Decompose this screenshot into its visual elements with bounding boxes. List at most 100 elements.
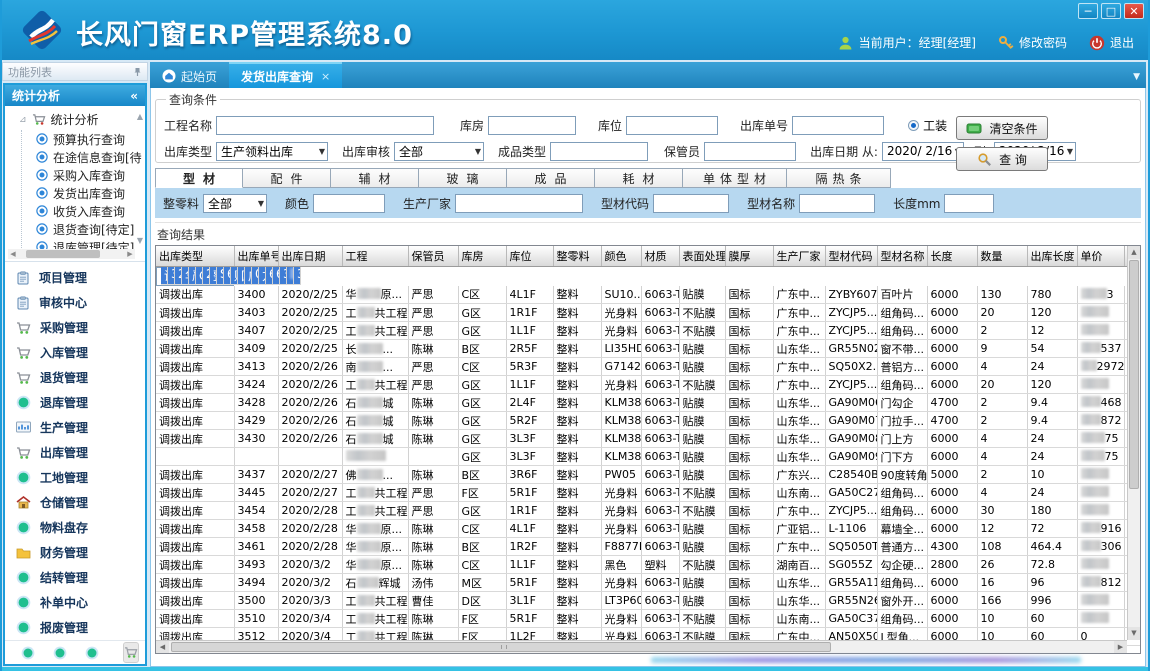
column-header[interactable]: 颜色 bbox=[601, 246, 641, 266]
table-row[interactable]: 调拨出库33992020/2/25华原...严思C区2L1F整料SU10...6… bbox=[156, 267, 234, 286]
profile-code-input[interactable] bbox=[653, 194, 729, 213]
cart-toolbar-button[interactable] bbox=[123, 642, 139, 663]
length-input[interactable] bbox=[944, 194, 994, 213]
sidebar-item-1[interactable]: 项目管理 bbox=[5, 265, 145, 290]
column-header[interactable]: 出库类型 bbox=[156, 246, 234, 266]
product-type-input[interactable] bbox=[550, 142, 648, 161]
sidebar-item-7[interactable]: 生产管理 bbox=[5, 415, 145, 440]
subtab-7[interactable]: 单体型材 bbox=[683, 168, 787, 188]
column-header[interactable]: 出库单号 bbox=[234, 246, 278, 266]
location-input[interactable] bbox=[626, 116, 718, 135]
subtab-6[interactable]: 耗材 bbox=[595, 168, 683, 188]
column-header[interactable]: 库房 bbox=[458, 246, 506, 266]
table-row[interactable]: 调拨出库34452020/2/27工共工程严思F区5R1F整料光身料6063-T… bbox=[156, 484, 1141, 502]
radio-workwear[interactable]: 工装 bbox=[908, 117, 947, 134]
tab-list-caret-icon[interactable]: ▼ bbox=[1133, 72, 1140, 82]
out-type-select[interactable]: 生产领料出库▼ bbox=[216, 142, 328, 161]
sidebar-item-15[interactable]: 报废管理 bbox=[5, 615, 145, 640]
column-header[interactable]: 单价 bbox=[1077, 246, 1124, 266]
table-row[interactable]: 调拨出库34582020/2/28华原...陈琳C区4L1F整料光身料6063-… bbox=[156, 520, 1141, 538]
order-no-input[interactable] bbox=[792, 116, 884, 135]
sidebar-item-13[interactable]: 结转管理 bbox=[5, 565, 145, 590]
tree-item-5[interactable]: 退货查询[待定] bbox=[36, 220, 133, 238]
sidebar-item-4[interactable]: 入库管理 bbox=[5, 340, 145, 365]
column-header[interactable]: 出库日期 bbox=[278, 246, 342, 266]
table-row[interactable]: 调拨出库34302020/2/26石城陈琳G区3L3F整料KLM38176063… bbox=[156, 430, 1141, 448]
table-row[interactable]: G区3L3F整料KLM38176063-T5贴膜国标山东华...GA90M09.… bbox=[156, 448, 1141, 466]
close-button[interactable]: ✕ bbox=[1124, 3, 1144, 19]
tree-item-2[interactable]: 采购入库查询 bbox=[36, 166, 133, 184]
logout-link[interactable]: 退出 bbox=[1089, 34, 1134, 51]
column-header[interactable]: 型材名称 bbox=[877, 246, 927, 266]
subtab-1[interactable]: 型材 bbox=[155, 168, 243, 188]
collapse-icon[interactable]: « bbox=[130, 89, 138, 103]
table-row[interactable]: 调拨出库34242020/2/26工共工程严思G区1L1F整料光身料6063-T… bbox=[156, 376, 1141, 394]
sidebar-group-header[interactable]: 统计分析 « bbox=[5, 85, 145, 106]
sidebar-item-14[interactable]: 补单中心 bbox=[5, 590, 145, 615]
grid-vertical-scrollbar[interactable]: ▲ ▼ bbox=[1127, 246, 1140, 640]
table-row[interactable]: 调拨出库34942020/3/2石辉城汤伟M区5R1F整料光身料6063-T5贴… bbox=[156, 574, 1141, 592]
column-header[interactable]: 工程 bbox=[342, 246, 408, 266]
subtab-8[interactable]: 隔热条 bbox=[787, 168, 891, 188]
scroll-down-icon[interactable]: ▼ bbox=[1128, 627, 1140, 640]
profile-name-input[interactable] bbox=[799, 194, 875, 213]
maximize-button[interactable]: □ bbox=[1101, 3, 1121, 19]
scroll-right-icon[interactable]: ▶ bbox=[1114, 641, 1127, 653]
table-row[interactable]: 调拨出库34282020/2/26石城陈琳G区2L4F整料KLM38176063… bbox=[156, 394, 1141, 412]
column-header[interactable]: 膜厚 bbox=[725, 246, 773, 266]
sidebar-item-10[interactable]: 仓储管理 bbox=[5, 490, 145, 515]
tree-root-node[interactable]: ⊿ 统计分析 bbox=[11, 109, 133, 130]
subtab-5[interactable]: 成品 bbox=[507, 168, 595, 188]
table-row[interactable]: 调拨出库35002020/3/3工共工程曹佳D区3L1F整料LT3P606063… bbox=[156, 592, 1141, 610]
column-header[interactable]: 材质 bbox=[641, 246, 679, 266]
sidebar-item-6[interactable]: 退库管理 bbox=[5, 390, 145, 415]
table-row[interactable]: 调拨出库34612020/2/28华原...陈琳B区1R2F整料F8877FT6… bbox=[156, 538, 1141, 556]
audit-select[interactable]: 全部▼ bbox=[394, 142, 484, 161]
zhengling-select[interactable]: 全部▼ bbox=[203, 194, 267, 213]
table-row[interactable]: 调拨出库34542020/2/28工共工程严思G区1R1F整料光身料6063-T… bbox=[156, 502, 1141, 520]
minimize-button[interactable]: ─ bbox=[1078, 3, 1098, 19]
sidebar-item-9[interactable]: 工地管理 bbox=[5, 465, 145, 490]
sidebar-item-2[interactable]: 审核中心 bbox=[5, 290, 145, 315]
tree-scroll-down-icon[interactable]: ▼ bbox=[137, 236, 143, 245]
table-row[interactable]: 调拨出库34292020/2/26石城陈琳G区5R2F整料KLM38176063… bbox=[156, 412, 1141, 430]
column-header[interactable]: 型材代码 bbox=[825, 246, 877, 266]
grid-horizontal-scrollbar[interactable]: ◀ ▶ bbox=[156, 640, 1127, 653]
tab-shipment-query[interactable]: 发货出库查询 × bbox=[229, 62, 342, 88]
sidebar-item-11[interactable]: 物料盘存 bbox=[5, 515, 145, 540]
factory-input[interactable] bbox=[455, 194, 583, 213]
table-row[interactable]: 调拨出库34072020/2/25工共工程严思G区1L1F整料光身料6063-T… bbox=[156, 322, 1141, 340]
table-row[interactable]: 调拨出库34032020/2/25工共工程严思G区1R1F整料光身料6063-T… bbox=[156, 304, 1141, 322]
column-header[interactable]: 表面处理 bbox=[679, 246, 725, 266]
dot-icon[interactable] bbox=[85, 646, 99, 660]
column-header[interactable]: 整零料 bbox=[553, 246, 601, 266]
pin-icon[interactable] bbox=[133, 67, 142, 77]
tree-item-0[interactable]: 预算执行查询 bbox=[36, 130, 133, 148]
warehouse-input[interactable] bbox=[488, 116, 576, 135]
table-row[interactable]: 调拨出库34932020/3/2华原...陈琳C区1L1F整料黑色塑料不贴膜国标… bbox=[156, 556, 1141, 574]
table-row[interactable]: 调拨出库34092020/2/25长...陈琳B区2R5F整料LI35HD606… bbox=[156, 340, 1141, 358]
date-from-picker[interactable]: 2020/ 2/16▼ bbox=[882, 142, 964, 161]
change-password-link[interactable]: 修改密码 bbox=[998, 34, 1067, 51]
dot-icon[interactable] bbox=[21, 646, 35, 660]
table-row[interactable]: 调拨出库34132020/2/26南...严思C区5R3F整料G71422606… bbox=[156, 358, 1141, 376]
column-header[interactable]: 长度 bbox=[927, 246, 977, 266]
tab-home[interactable]: 起始页 bbox=[150, 64, 229, 88]
color-input[interactable] bbox=[313, 194, 385, 213]
tree-scroll-up-icon[interactable]: ▲ bbox=[137, 112, 143, 121]
clear-conditions-button[interactable]: 清空条件 bbox=[956, 116, 1048, 140]
dot-icon[interactable] bbox=[53, 646, 67, 660]
tree-item-3[interactable]: 发货出库查询 bbox=[36, 184, 133, 202]
column-header[interactable]: 出库长度 bbox=[1027, 246, 1077, 266]
tab-close-icon[interactable]: × bbox=[321, 70, 330, 83]
sidebar-item-8[interactable]: 出库管理 bbox=[5, 440, 145, 465]
table-row[interactable]: 调拨出库35102020/3/4工共工程陈琳F区5R1F整料光身料6063-T5… bbox=[156, 610, 1141, 628]
search-button[interactable]: 查 询 bbox=[956, 147, 1048, 171]
keeper-input[interactable] bbox=[704, 142, 796, 161]
tree-item-1[interactable]: 在途信息查询[待 bbox=[36, 148, 133, 166]
sidebar-item-5[interactable]: 退货管理 bbox=[5, 365, 145, 390]
column-header[interactable]: 数量 bbox=[977, 246, 1027, 266]
column-header[interactable]: 库位 bbox=[506, 246, 553, 266]
column-header[interactable]: 生产厂家 bbox=[773, 246, 825, 266]
tree-item-4[interactable]: 收货入库查询 bbox=[36, 202, 133, 220]
